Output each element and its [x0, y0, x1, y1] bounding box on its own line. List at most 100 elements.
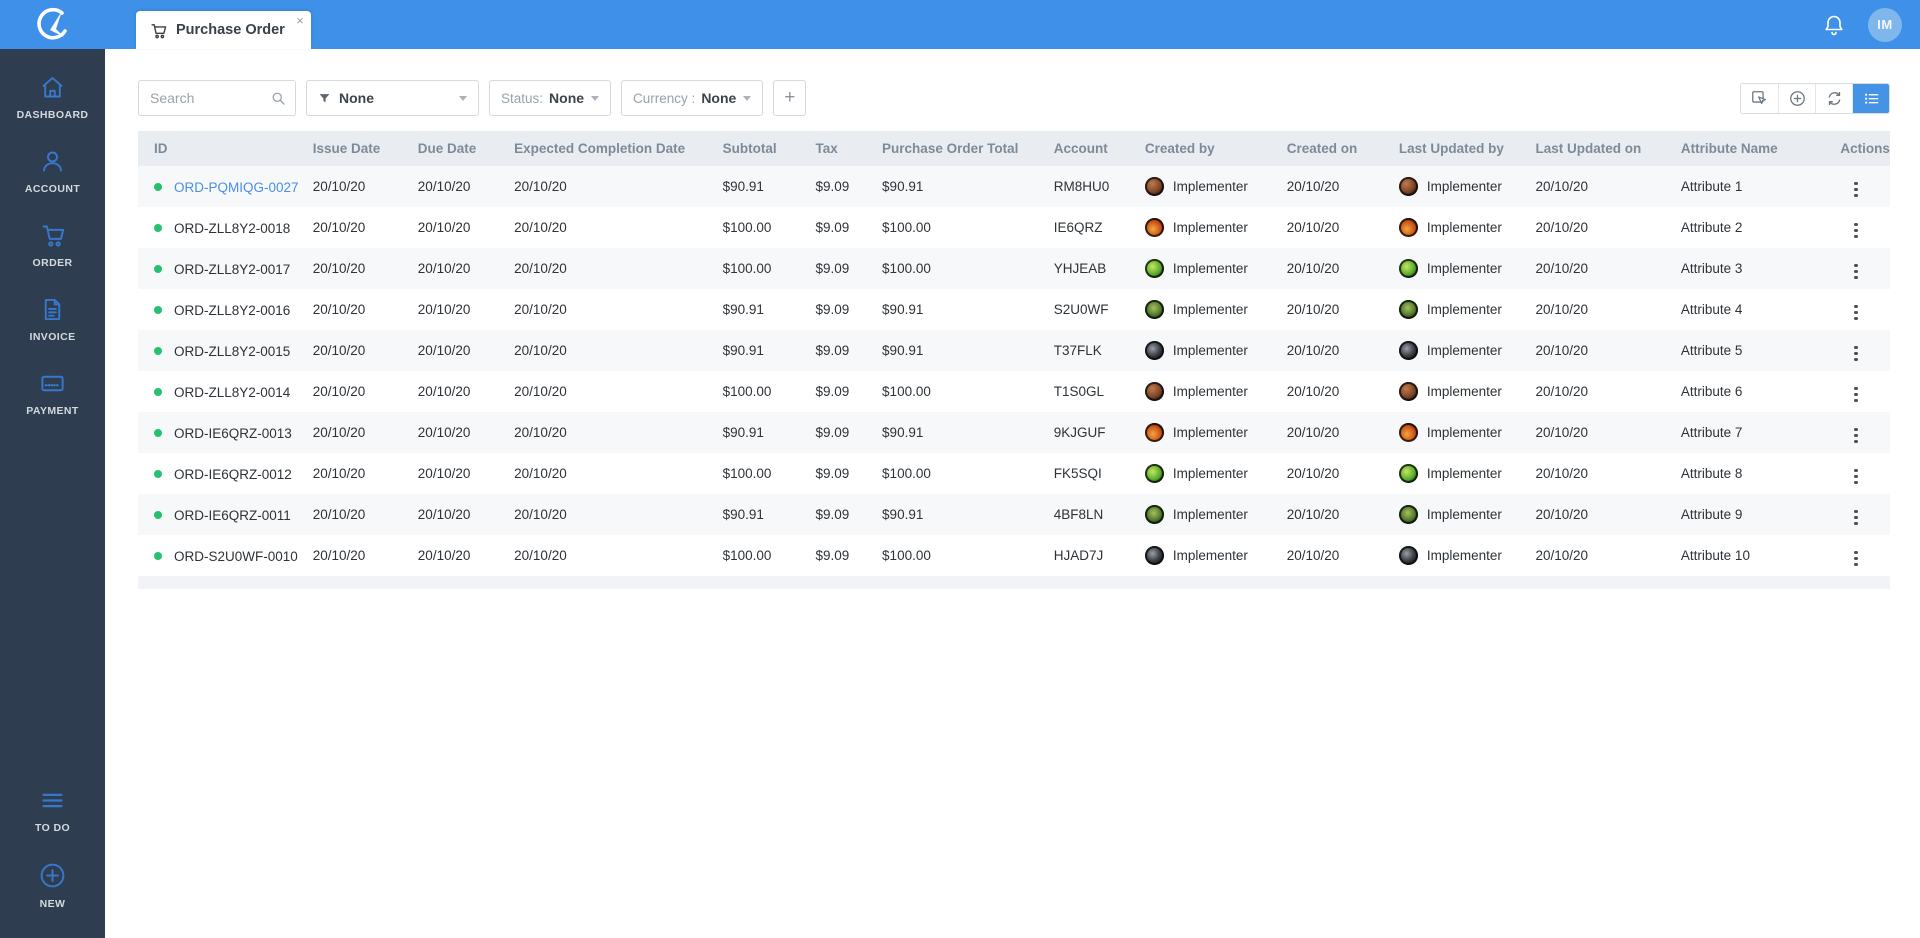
search-input[interactable]	[150, 90, 271, 106]
table-row[interactable]: ORD-IE6QRZ-0012 20/10/20 20/10/20 20/10/…	[138, 453, 1890, 494]
column-header[interactable]: Expected Completion Date	[504, 131, 713, 166]
table-row[interactable]: ORD-ZLL8Y2-0018 20/10/20 20/10/20 20/10/…	[138, 207, 1890, 248]
row-actions-kebab-icon[interactable]	[1854, 228, 1858, 232]
search-box[interactable]	[138, 80, 296, 116]
column-header[interactable]: Purchase Order Total	[872, 131, 1044, 166]
table-row[interactable]: ORD-ZLL8Y2-0015 20/10/20 20/10/20 20/10/…	[138, 330, 1890, 371]
tab-purchase-order[interactable]: Purchase Order ×	[136, 11, 311, 49]
column-header[interactable]: Tax	[805, 131, 873, 166]
updated-by-name: Implementer	[1426, 302, 1502, 317]
sidebar-item-label: TO DO	[34, 822, 71, 834]
column-header[interactable]: Due Date	[407, 131, 505, 166]
cell-tax: $9.09	[815, 179, 850, 194]
table-row[interactable]: ORD-IE6QRZ-0013 20/10/20 20/10/20 20/10/…	[138, 412, 1890, 453]
order-id-link[interactable]: ORD-ZLL8Y2-0017	[174, 261, 290, 276]
cell-attribute-name: Attribute 6	[1680, 384, 1743, 399]
table-row[interactable]: ORD-ZLL8Y2-0014 20/10/20 20/10/20 20/10/…	[138, 371, 1890, 412]
row-actions-kebab-icon[interactable]	[1854, 269, 1858, 273]
order-id-link[interactable]: ORD-ZLL8Y2-0018	[174, 220, 290, 235]
status-dot-icon	[154, 182, 162, 191]
order-id-link[interactable]: ORD-IE6QRZ-0012	[174, 466, 292, 481]
column-header[interactable]: Attribute Name	[1670, 131, 1831, 166]
cell-last-updated-on: 20/10/20	[1535, 261, 1589, 276]
column-header[interactable]: Subtotal	[712, 131, 806, 166]
sidebar-item-invoice[interactable]: INVOICE	[0, 283, 105, 357]
row-actions-kebab-icon[interactable]	[1854, 474, 1858, 478]
cell-purchase-order-total: $100.00	[882, 466, 931, 481]
sidebar-item-order[interactable]: ORDER	[0, 209, 105, 283]
updated-by-avatar	[1398, 300, 1418, 319]
cell-account: IE6QRZ	[1053, 220, 1103, 235]
user-avatar[interactable]: IM	[1868, 7, 1902, 42]
row-actions-kebab-icon[interactable]	[1854, 556, 1858, 560]
cell-account: HJAD7J	[1053, 548, 1104, 563]
row-actions-kebab-icon[interactable]	[1854, 392, 1858, 396]
status-dropdown[interactable]: Status: None	[489, 80, 612, 116]
table-row[interactable]: ORD-ZLL8Y2-0016 20/10/20 20/10/20 20/10/…	[138, 289, 1890, 330]
cell-expected-completion-date: 20/10/20	[514, 507, 567, 522]
cell-account: RM8HU0	[1053, 179, 1110, 194]
bell-icon[interactable]	[1822, 13, 1846, 37]
cell-purchase-order-total: $100.00	[882, 384, 931, 399]
sidebar-item-payment[interactable]: PAYMENT	[0, 357, 105, 431]
order-id-link[interactable]: ORD-ZLL8Y2-0014	[174, 384, 290, 399]
sidebar-item-new[interactable]: NEW	[0, 848, 105, 924]
cell-created-on: 20/10/20	[1286, 507, 1340, 522]
row-actions-kebab-icon[interactable]	[1854, 310, 1858, 314]
created-by-name: Implementer	[1172, 261, 1248, 276]
currency-label: Currency :	[633, 90, 696, 106]
cell-due-date: 20/10/20	[417, 466, 471, 481]
column-header[interactable]: Account	[1043, 131, 1135, 166]
row-actions-kebab-icon[interactable]	[1854, 351, 1858, 355]
select-cursor-icon	[1752, 90, 1767, 104]
sidebar-item-dashboard[interactable]: DASHBOARD	[0, 61, 105, 135]
tab-close-icon[interactable]: ×	[296, 14, 304, 27]
create-new-button[interactable]	[1778, 83, 1815, 113]
cell-actions	[1830, 453, 1890, 494]
list-view-button[interactable]	[1852, 83, 1889, 113]
table-row[interactable]: ORD-ZLL8Y2-0017 20/10/20 20/10/20 20/10/…	[138, 248, 1890, 289]
cell-created-by: Implementer	[1135, 248, 1277, 289]
cell-last-updated-on: 20/10/20	[1535, 425, 1589, 440]
order-id-link[interactable]: ORD-ZLL8Y2-0015	[174, 343, 290, 358]
order-id-link[interactable]: ORD-PQMIQG-0027	[174, 179, 299, 194]
cell-tax: $9.09	[815, 302, 850, 317]
order-id-link[interactable]: ORD-S2U0WF-0010	[174, 548, 298, 563]
column-header[interactable]: ID	[138, 131, 303, 166]
row-actions-kebab-icon[interactable]	[1854, 433, 1858, 437]
currency-dropdown[interactable]: Currency : None	[621, 80, 764, 116]
table-row[interactable]: ORD-PQMIQG-0027 20/10/20 20/10/20 20/10/…	[138, 166, 1890, 207]
column-header[interactable]: Issue Date	[302, 131, 408, 166]
column-header[interactable]: Created on	[1276, 131, 1389, 166]
row-actions-kebab-icon[interactable]	[1854, 187, 1858, 191]
cell-purchase-order-total: $90.91	[882, 343, 924, 358]
column-header[interactable]: Last Updated on	[1525, 131, 1671, 166]
created-by-avatar	[1144, 423, 1164, 442]
order-id-link[interactable]: ORD-IE6QRZ-0013	[174, 425, 292, 440]
cell-issue-date: 20/10/20	[312, 425, 366, 440]
cell-issue-date: 20/10/20	[312, 507, 366, 522]
row-actions-kebab-icon[interactable]	[1854, 515, 1858, 519]
filter-dropdown[interactable]: None	[306, 80, 479, 116]
add-filter-button[interactable]: +	[773, 80, 807, 116]
updated-by-avatar	[1398, 505, 1418, 524]
order-id-link[interactable]: ORD-ZLL8Y2-0016	[174, 302, 290, 317]
refresh-button[interactable]	[1815, 83, 1852, 113]
multi-select-button[interactable]	[1741, 83, 1778, 113]
sidebar-item-todo[interactable]: TO DO	[0, 774, 105, 848]
cell-last-updated-by: Implementer	[1389, 166, 1526, 207]
created-by-avatar	[1144, 177, 1164, 196]
column-header[interactable]: Last Updated by	[1388, 131, 1526, 166]
table-row[interactable]: ORD-IE6QRZ-0011 20/10/20 20/10/20 20/10/…	[138, 494, 1890, 535]
order-id-link[interactable]: ORD-IE6QRZ-0011	[174, 507, 291, 522]
sidebar-item-account[interactable]: ACCOUNT	[0, 135, 105, 209]
column-header[interactable]: Created by	[1134, 131, 1277, 166]
cell-actions	[1830, 535, 1890, 576]
cell-created-by: Implementer	[1135, 166, 1277, 207]
cell-attribute-name: Attribute 8	[1680, 466, 1743, 481]
column-header[interactable]: Actions	[1830, 131, 1890, 166]
table-row[interactable]: ORD-S2U0WF-0010 20/10/20 20/10/20 20/10/…	[138, 535, 1890, 576]
cell-due-date: 20/10/20	[417, 179, 471, 194]
app-logo[interactable]	[0, 0, 105, 49]
cell-attribute-name: Attribute 7	[1680, 425, 1743, 440]
